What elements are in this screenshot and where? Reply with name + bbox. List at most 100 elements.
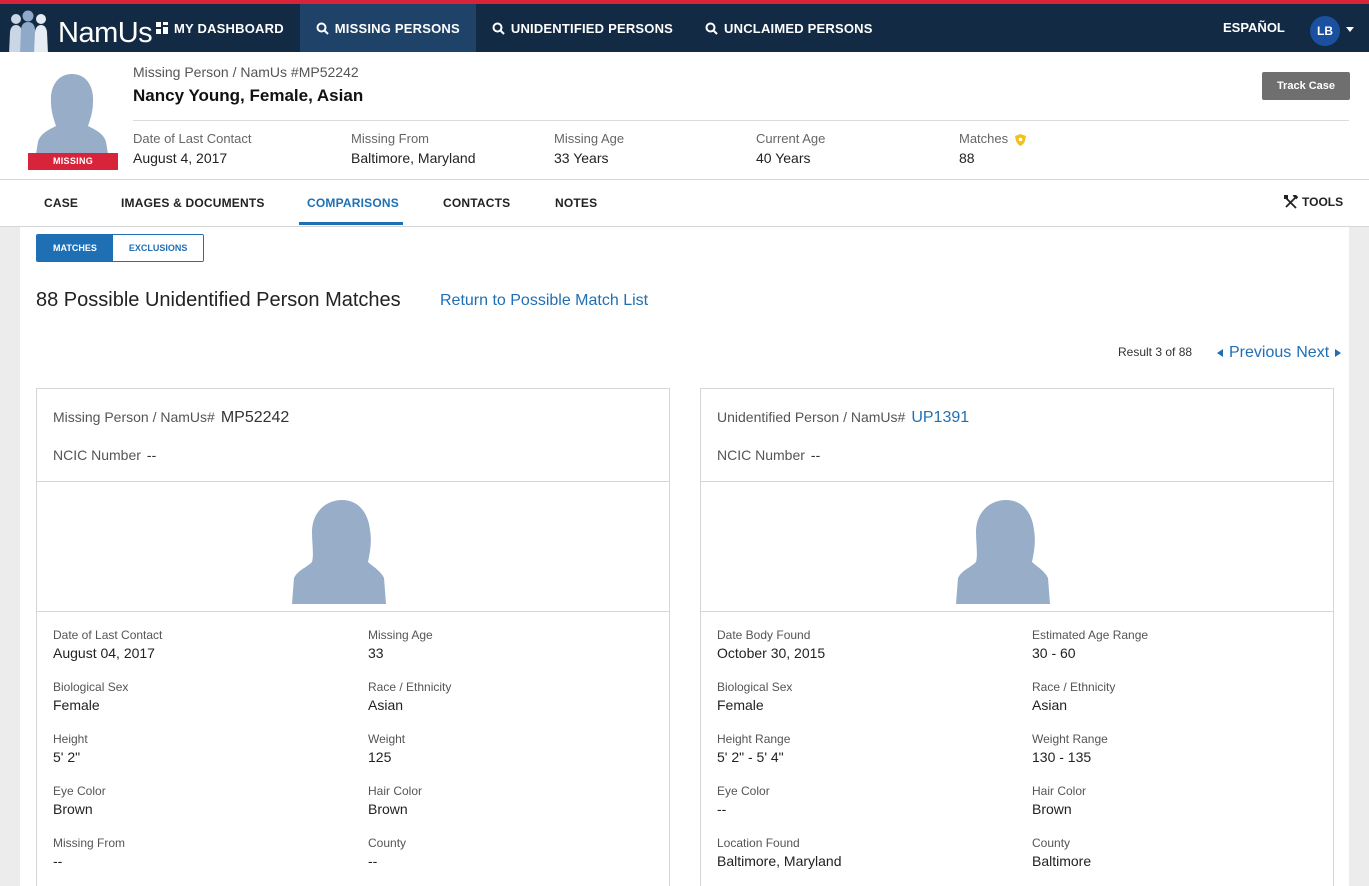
field-label: Missing Age [368,628,433,642]
user-avatar[interactable]: LB [1310,16,1340,46]
namus-logo[interactable]: NamUs [6,10,153,54]
card-id-label: Missing Person / NamUs# [53,409,215,425]
field-county: County -- [368,836,406,869]
field-height-range: Height Range 5' 2" - 5' 4" [717,732,790,765]
people-logo-icon [9,10,48,54]
chevron-left-icon[interactable] [1217,349,1223,357]
stat-label: Missing From [351,131,430,146]
field-value: Baltimore, Maryland [717,853,842,869]
field-value: -- [53,853,63,869]
track-case-button[interactable]: Track Case [1262,72,1350,100]
nav-label: MISSING PERSONS [334,20,460,36]
chevron-right-icon[interactable] [1335,349,1342,357]
tab-contacts[interactable]: CONTACTS [443,196,510,210]
nav-missing-persons[interactable]: MISSING PERSONS [299,4,476,52]
stat-date-last-contact: Date of Last Contact August 4, 2017 [133,131,252,166]
field-county: County Baltimore [1032,836,1091,869]
next-link[interactable]: Next [1296,344,1329,362]
field-eye-color: Eye Color Brown [53,784,106,817]
stat-label: Missing Age [554,131,625,146]
nav-label: UNCLAIMED PERSONS [724,20,873,36]
field-label: Height Range [717,732,791,746]
field-value: Brown [53,801,93,817]
field-weight-range: Weight Range 130 - 135 [1032,732,1108,765]
field-label: County [368,836,407,850]
nav-unidentified-persons[interactable]: UNIDENTIFIED PERSONS [476,4,689,52]
ncic-value: -- [810,447,821,463]
field-height: Height 5' 2" [53,732,88,765]
divider [701,611,1333,612]
stat-matches[interactable]: Matches 88 [959,131,1026,166]
active-tab-indicator [299,222,403,225]
search-icon [705,22,718,35]
field-value: 5' 2" - 5' 4" [717,749,784,765]
matches-label: Matches [959,131,1009,146]
person-silhouette-icon [36,74,108,154]
field-value: -- [368,853,378,869]
previous-link[interactable]: Previous [1229,344,1291,362]
ncic-label: NCIC Number [53,447,141,463]
tools-icon [1284,195,1298,209]
exclusions-toggle-button[interactable]: EXCLUSIONS [112,235,204,261]
matches-toggle-button[interactable]: MATCHES [37,235,113,261]
field-label: Hair Color [368,784,423,798]
unidentified-case-link[interactable]: UP1391 [911,409,969,426]
field-date-body-found: Date Body Found October 30, 2015 [717,628,825,661]
result-count: Result 3 of 88 [1118,345,1193,359]
field-label: Eye Color [717,784,770,798]
logo-text: NamUs [58,17,153,49]
field-estimated-age-range: Estimated Age Range 30 - 60 [1032,628,1148,661]
field-race-ethnicity: Race / Ethnicity Asian [1032,680,1115,713]
field-value: Asian [1032,697,1068,713]
tab-images-documents[interactable]: IMAGES & DOCUMENTS [121,196,265,210]
nav-unclaimed-persons[interactable]: UNCLAIMED PERSONS [689,4,889,52]
stat-value: 40 Years [756,150,811,166]
field-race-ethnicity: Race / Ethnicity Asian [368,680,451,713]
tab-comparisons[interactable]: COMPARISONS [307,196,399,210]
field-value: August 04, 2017 [53,645,155,661]
field-missing-from: Missing From -- [53,836,125,869]
missing-person-card: Missing Person / NamUs# MP52242 NCIC Numb… [36,388,670,886]
card-id: Unidentified Person / NamUs# UP1391 [717,409,969,427]
comparisons-panel: MATCHES EXCLUSIONS 88 Possible Unidentif… [20,227,1349,886]
card-id-value: MP52242 [220,409,290,426]
field-value: 125 [368,749,392,765]
card-id-label: Unidentified Person / NamUs# [717,409,906,425]
field-value: Brown [368,801,408,817]
shield-icon [1014,133,1026,146]
tab-notes[interactable]: NOTES [555,196,597,210]
field-value: Female [53,697,100,713]
status-badge: MISSING [28,153,118,170]
divider [701,481,1333,482]
stat-current-age: Current Age 40 Years [756,131,825,166]
field-label: Race / Ethnicity [1032,680,1116,694]
top-navbar: NamUs MY DASHBOARD MISSING PERSONS UNIDE… [0,0,1369,54]
divider [37,481,669,482]
field-label: Hair Color [1032,784,1087,798]
stat-label: Date of Last Contact [133,131,252,146]
chevron-down-icon[interactable] [1346,27,1354,32]
field-eye-color: Eye Color -- [717,784,770,817]
field-value: 33 [368,645,384,661]
divider [37,611,669,612]
stat-value: 88 [959,150,975,166]
stat-label: Matches [959,131,1026,146]
nav-my-dashboard[interactable]: MY DASHBOARD [140,4,300,52]
field-label: Weight Range [1032,732,1108,746]
main-nav: MY DASHBOARD MISSING PERSONS UNIDENTIFIE… [140,4,889,52]
return-to-match-list-link[interactable]: Return to Possible Match List [440,292,648,310]
person-silhouette-icon [956,500,1050,604]
field-biological-sex: Biological Sex Female [717,680,792,713]
field-value: October 30, 2015 [717,645,826,661]
field-value: -- [717,801,727,817]
field-label: Biological Sex [53,680,129,694]
card-id: Missing Person / NamUs# MP52242 [53,409,289,427]
nav-label: MY DASHBOARD [174,20,284,36]
case-title: Nancy Young, Female, Asian [133,86,364,105]
field-label: Date of Last Contact [53,628,163,642]
tab-case[interactable]: CASE [44,196,78,210]
field-value: Brown [1032,801,1072,817]
tools-menu[interactable]: TOOLS [1284,195,1343,209]
dashboard-icon [156,22,168,34]
language-toggle[interactable]: ESPAÑOL [1223,20,1285,35]
